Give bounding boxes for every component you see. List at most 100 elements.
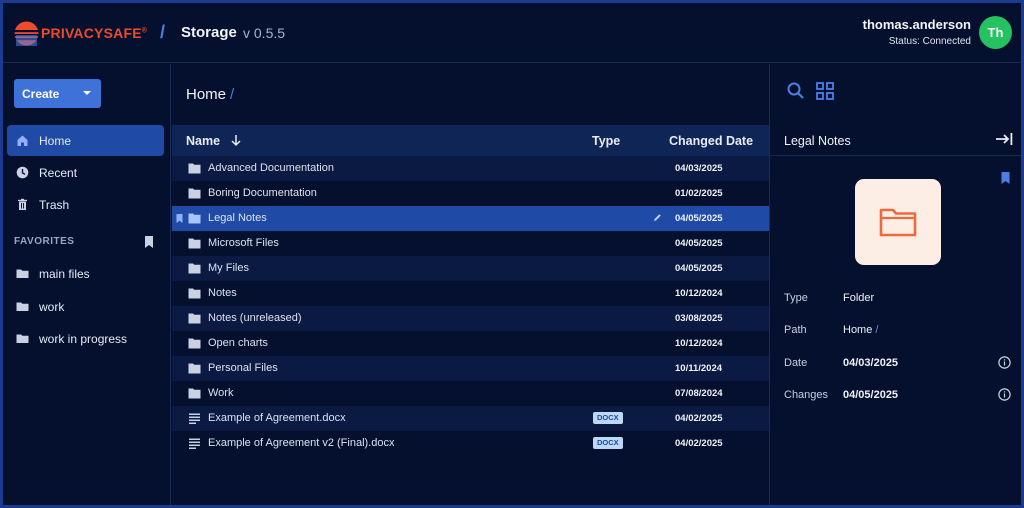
sidebar-item-home[interactable]: Home: [7, 125, 164, 156]
file-type-badge: DOCX: [593, 437, 623, 449]
table-row[interactable]: My Files 04/05/2025: [172, 256, 769, 281]
privacysafe-logo-icon: [14, 21, 39, 46]
info-icon[interactable]: [998, 356, 1011, 369]
sidebar-item-recent[interactable]: Recent: [7, 157, 164, 188]
arrow-down-icon[interactable]: [230, 134, 242, 147]
folder-icon: [16, 302, 29, 311]
file-date: 07/08/2024: [675, 388, 723, 399]
breadcrumb-home[interactable]: Home: [186, 86, 226, 103]
folder-icon: [188, 363, 201, 374]
file-date: 04/02/2025: [675, 413, 723, 424]
table-row[interactable]: Notes 10/12/2024: [172, 281, 769, 306]
sidebar-item-label: Recent: [39, 165, 78, 180]
breadcrumb: Home /: [186, 86, 234, 103]
info-icon[interactable]: [998, 388, 1011, 401]
file-date: 04/02/2025: [675, 438, 723, 449]
sidebar-item-label: Home: [39, 133, 72, 148]
favorite-item-work[interactable]: work: [7, 291, 164, 322]
create-button[interactable]: Create: [14, 79, 101, 108]
trash-icon: [18, 198, 27, 210]
favorite-item-label: work in progress: [39, 331, 128, 346]
column-header-name[interactable]: Name: [186, 134, 220, 148]
prop-label-changes: Changes: [784, 389, 829, 401]
file-date: 01/02/2025: [675, 188, 723, 199]
sidebar-item-trash[interactable]: Trash: [7, 189, 164, 220]
favorite-item-work-in-progress[interactable]: work in progress: [7, 323, 164, 354]
sidebar: Create Home Recent Trash FAVORITES main …: [3, 64, 171, 505]
details-title: Legal Notes: [784, 134, 851, 148]
table-row[interactable]: Example of Agreement v2 (Final).docx DOCX…: [172, 431, 769, 456]
file-date: 04/05/2025: [675, 263, 723, 274]
favorite-item-label: work: [39, 299, 65, 314]
file-name: Work: [208, 387, 234, 399]
file-name: Notes (unreleased): [208, 312, 302, 324]
file-name: Advanced Documentation: [208, 162, 334, 174]
prop-value-changes: 04/05/2025: [843, 389, 899, 401]
table-row[interactable]: Work 07/08/2024: [172, 381, 769, 406]
table-row[interactable]: Personal Files 10/11/2024: [172, 356, 769, 381]
file-name: Personal Files: [208, 362, 278, 374]
table-row[interactable]: Example of Agreement.docx DOCX 04/02/2025: [172, 406, 769, 431]
file-date: 10/12/2024: [675, 338, 723, 349]
document-icon: [189, 413, 200, 424]
edit-pencil-icon[interactable]: [653, 213, 662, 222]
folder-icon: [188, 388, 201, 399]
file-name: Example of Agreement.docx: [208, 412, 346, 424]
favorites-header: FAVORITES: [14, 236, 75, 247]
folder-icon: [188, 213, 201, 224]
details-header: Legal Notes: [770, 125, 1021, 156]
prop-label-type: Type: [784, 292, 808, 304]
top-bar: PRIVACYSAFE® / Storage v 0.5.5 thomas.an…: [3, 3, 1021, 63]
folder-icon: [879, 208, 917, 237]
folder-icon: [188, 188, 201, 199]
clock-icon: [16, 166, 29, 179]
table-row[interactable]: Boring Documentation 01/02/2025: [172, 181, 769, 206]
file-date: 10/11/2024: [675, 363, 723, 374]
avatar[interactable]: Th: [979, 16, 1012, 49]
table-row[interactable]: Notes (unreleased) 03/08/2025: [172, 306, 769, 331]
prop-label-path: Path: [784, 324, 807, 336]
prop-value-path[interactable]: Home /: [843, 324, 878, 336]
app-version: v 0.5.5: [243, 25, 286, 41]
table-row[interactable]: Open charts 10/12/2024: [172, 331, 769, 356]
user-name: thomas.anderson: [862, 17, 971, 32]
caret-down-icon[interactable]: [83, 91, 91, 95]
column-header-changed[interactable]: Changed Date: [669, 134, 753, 148]
favorite-item-main-files[interactable]: main files: [7, 258, 164, 289]
folder-icon: [188, 313, 201, 324]
folder-icon: [188, 288, 201, 299]
file-date: 10/12/2024: [675, 288, 723, 299]
file-name: Notes: [208, 287, 237, 299]
connection-status: Status: Connected: [888, 36, 971, 47]
file-name: Microsoft Files: [208, 237, 279, 249]
brand-name: PRIVACYSAFE®: [41, 25, 148, 41]
title-separator: /: [160, 22, 166, 42]
file-name: Boring Documentation: [208, 187, 317, 199]
column-header-type[interactable]: Type: [592, 134, 620, 148]
file-browser: Home / Name Type Changed Date Advanced Do…: [172, 64, 834, 505]
table-row[interactable]: Legal Notes 04/05/2025: [172, 206, 769, 231]
folder-icon: [188, 238, 201, 249]
folder-icon: [188, 263, 201, 274]
home-icon: [17, 135, 28, 146]
folder-icon: [16, 334, 29, 343]
file-name: Open charts: [208, 337, 268, 349]
table-row[interactable]: Advanced Documentation 04/03/2025: [172, 156, 769, 181]
details-panel: Legal Notes Type Folder Path Home / Date…: [769, 64, 1021, 505]
table-row[interactable]: Microsoft Files 04/05/2025: [172, 231, 769, 256]
file-name: Legal Notes: [208, 212, 267, 224]
bookmark-icon: [145, 236, 153, 248]
file-date: 04/05/2025: [675, 238, 723, 249]
app-window: PRIVACYSAFE® / Storage v 0.5.5 thomas.an…: [3, 3, 1021, 505]
folder-thumbnail: [855, 179, 941, 265]
prop-value-type: Folder: [843, 292, 875, 304]
bookmark-icon: [176, 214, 183, 223]
file-name: My Files: [208, 262, 249, 274]
prop-value-date: 04/03/2025: [843, 357, 899, 369]
user-info: thomas.anderson Status: Connected: [863, 17, 971, 47]
bookmark-icon[interactable]: [1001, 172, 1010, 184]
collapse-panel-icon[interactable]: [995, 131, 1014, 147]
folder-icon: [16, 269, 29, 278]
file-date: 04/03/2025: [675, 163, 723, 174]
document-icon: [189, 438, 200, 449]
